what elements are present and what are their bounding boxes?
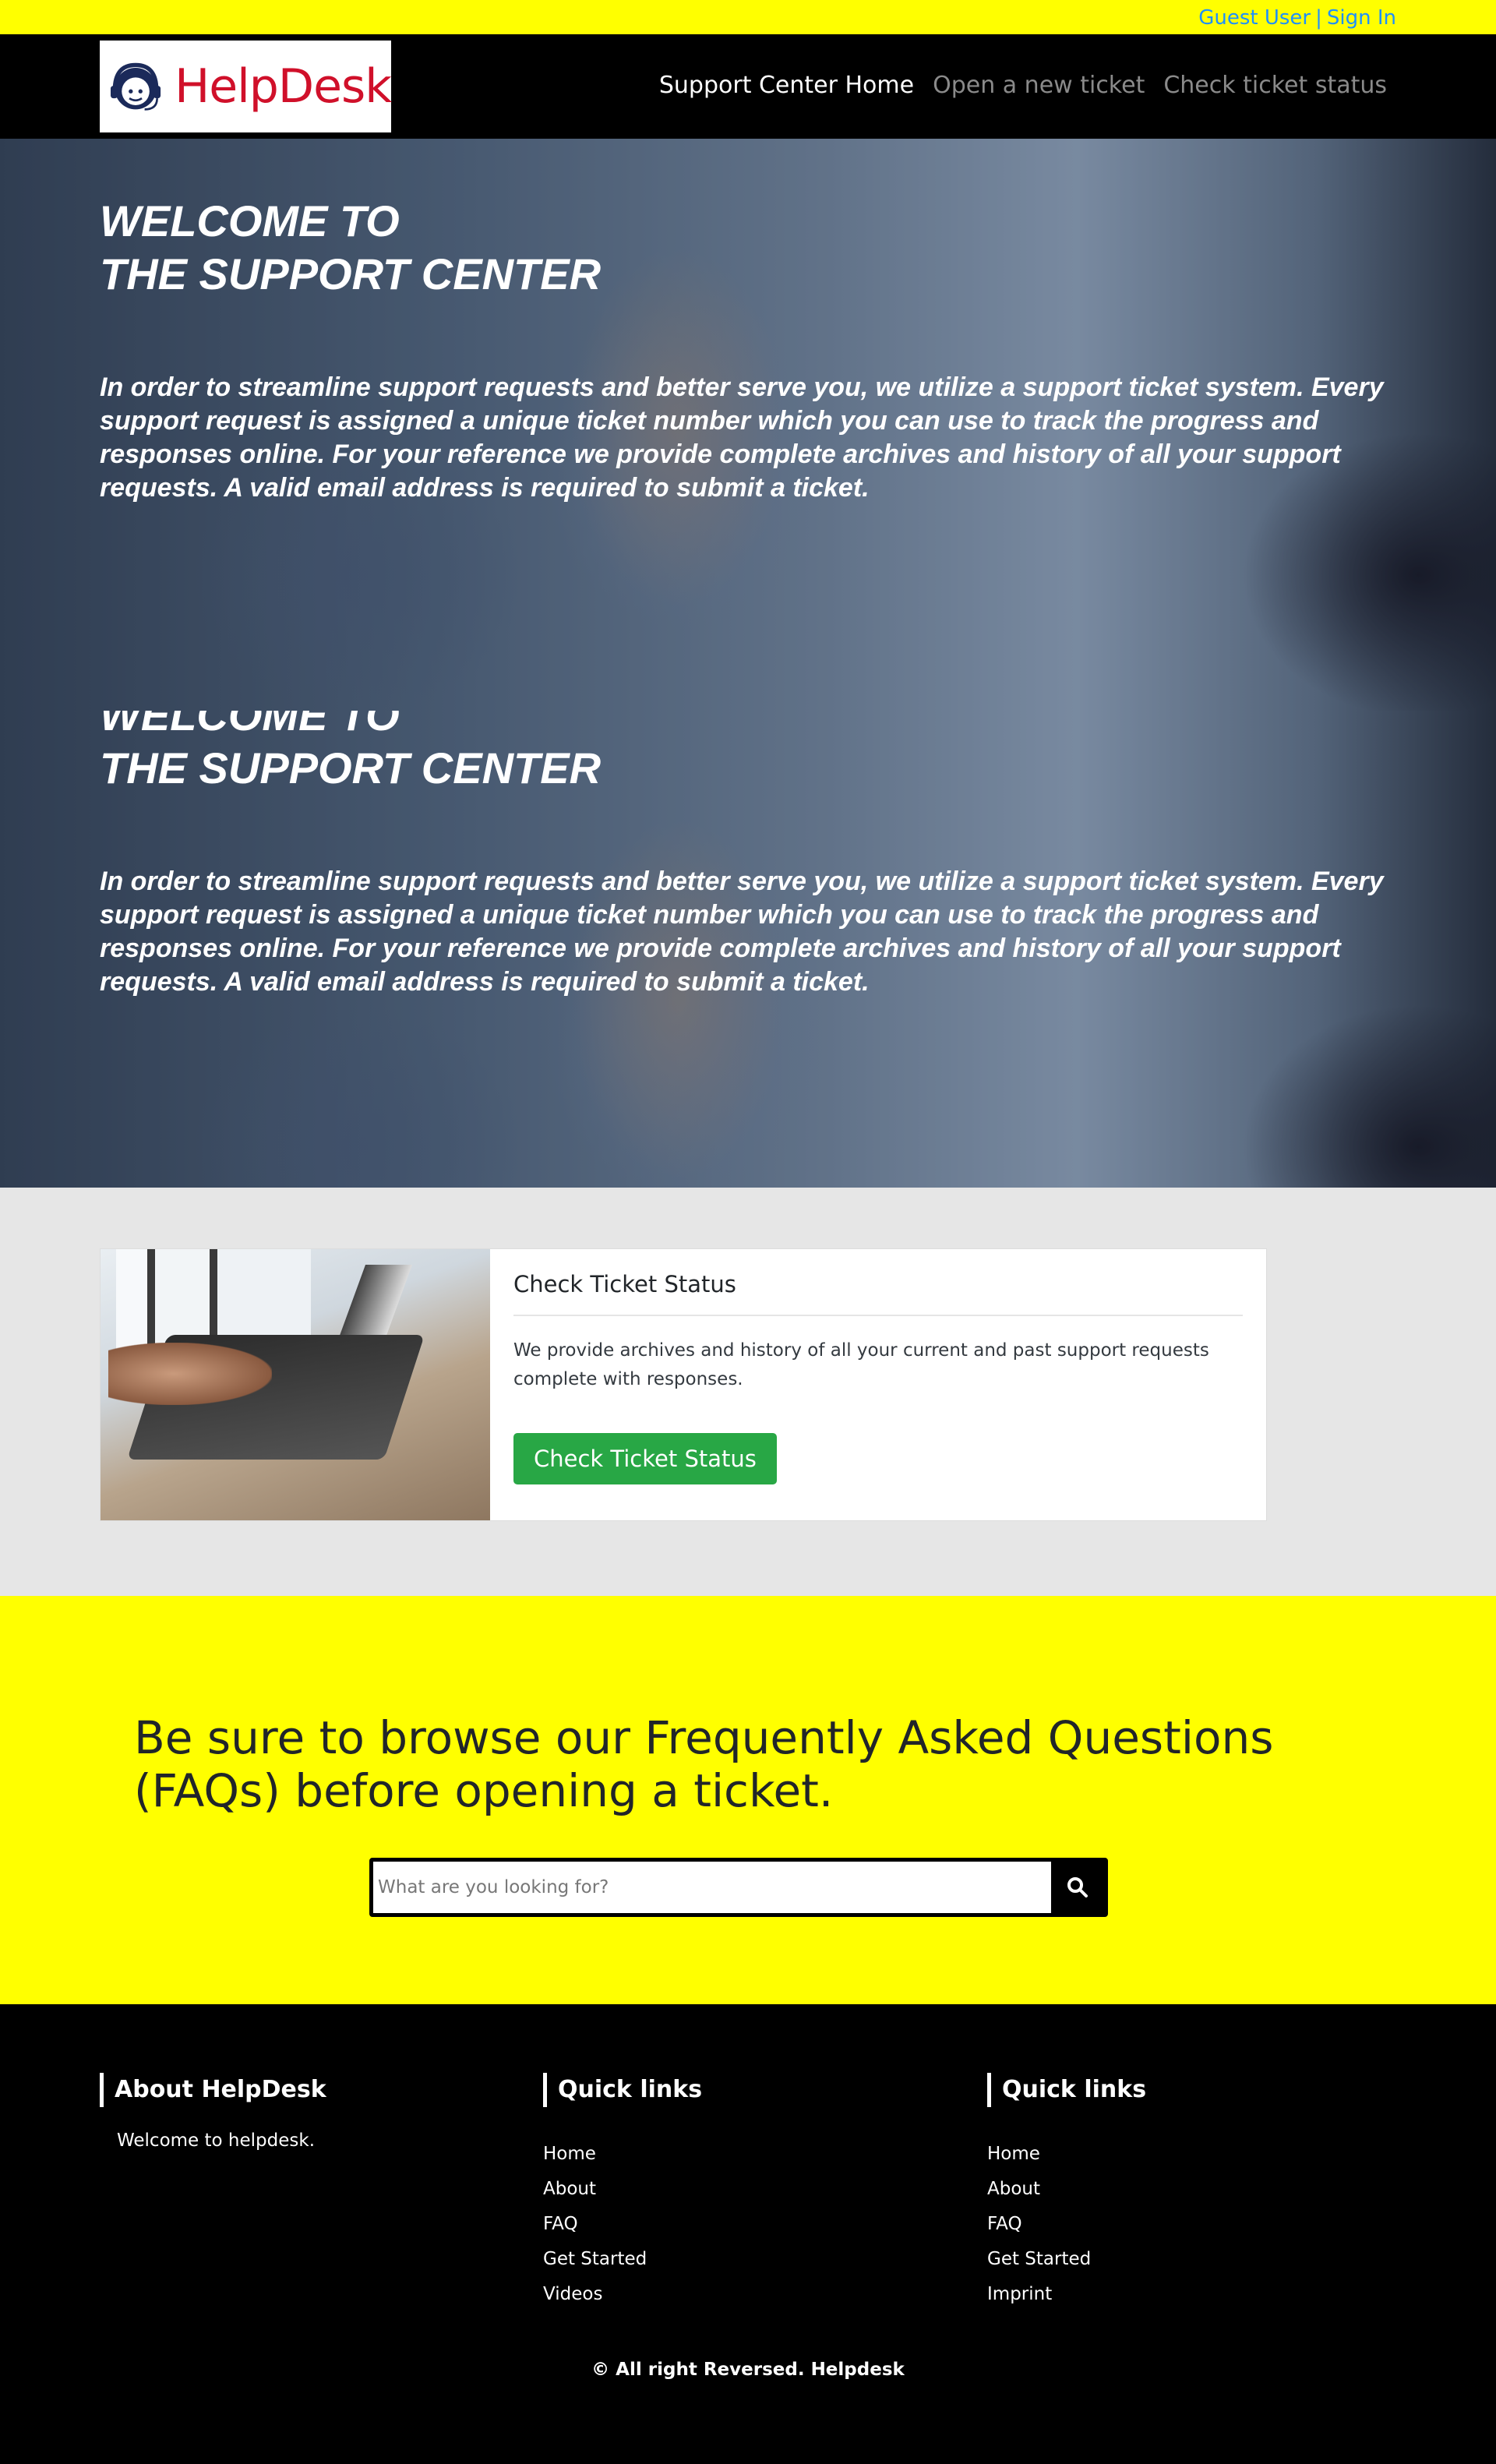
hero-title-repeat: WELCOME TO THE SUPPORT CENTER: [100, 711, 1396, 795]
footer-link-about[interactable]: About: [543, 2172, 702, 2207]
faq-search-input[interactable]: [373, 1862, 1051, 1913]
copyright: © All right Reversed. Helpdesk: [591, 2360, 905, 2380]
ticket-status-section: Check Ticket Status We provide archives …: [0, 1188, 1496, 1596]
footer: About HelpDesk Welcome to helpdesk. Quic…: [0, 2004, 1496, 2464]
footer-about-text: Welcome to helpdesk.: [117, 2130, 315, 2151]
hero-title: WELCOME TO THE SUPPORT CENTER: [100, 195, 1396, 301]
faq-heading: Be sure to browse our Frequently Asked Q…: [134, 1711, 1274, 1817]
footer-quick-links-2: Quick links Home About FAQ Get Started I…: [987, 2073, 1146, 2312]
footer-link-videos[interactable]: Videos: [543, 2277, 702, 2312]
footer-link-imprint[interactable]: Imprint: [987, 2277, 1146, 2312]
user-links: Guest User | Sign In: [1198, 6, 1396, 30]
footer-link-home-2[interactable]: Home: [987, 2137, 1146, 2172]
hero-title-line2-repeat: THE SUPPORT CENTER: [100, 743, 602, 793]
search-button[interactable]: [1051, 1862, 1104, 1913]
top-bar: Guest User | Sign In: [0, 0, 1496, 34]
logo-text: HelpDesk: [175, 59, 392, 114]
guest-user-link[interactable]: Guest User: [1198, 6, 1311, 30]
hero-banner: WELCOME TO THE SUPPORT CENTER In order t…: [0, 139, 1496, 711]
card-body: Check Ticket Status We provide archives …: [490, 1249, 1266, 1520]
hero-content-repeat: WELCOME TO THE SUPPORT CENTER In order t…: [100, 711, 1396, 999]
hero-title-line2: THE SUPPORT CENTER: [100, 249, 602, 298]
footer-about-title: About HelpDesk: [100, 2073, 326, 2107]
laptop-photo: [101, 1249, 490, 1520]
footer-link-faq[interactable]: FAQ: [543, 2207, 702, 2242]
card-title: Check Ticket Status: [513, 1271, 1243, 1316]
ticket-status-card: Check Ticket Status We provide archives …: [100, 1248, 1267, 1521]
footer-quick-links-1: Quick links Home About FAQ Get Started V…: [543, 2073, 702, 2312]
faq-search: [369, 1858, 1108, 1917]
nav-support-center-home[interactable]: Support Center Home: [659, 72, 914, 99]
footer-links-title-2: Quick links: [987, 2073, 1146, 2107]
footer-link-get-started[interactable]: Get Started: [543, 2242, 702, 2277]
hero-content: WELCOME TO THE SUPPORT CENTER In order t…: [100, 195, 1396, 505]
user-links-separator: |: [1315, 6, 1322, 30]
nav-check-ticket-status[interactable]: Check ticket status: [1163, 72, 1387, 99]
card-text: We provide archives and history of all y…: [513, 1340, 1209, 1389]
hero-title-line1-repeat: WELCOME TO: [100, 711, 400, 740]
footer-links-title-1: Quick links: [543, 2073, 702, 2107]
search-icon: [1067, 1877, 1088, 1897]
navbar: HelpDesk Support Center Home Open a new …: [0, 34, 1496, 139]
hero-text: In order to streamline support requests …: [100, 372, 1384, 503]
footer-link-home[interactable]: Home: [543, 2137, 702, 2172]
check-ticket-status-button[interactable]: Check Ticket Status: [513, 1433, 777, 1484]
sign-in-link[interactable]: Sign In: [1327, 6, 1396, 30]
headset-agent-icon: [111, 62, 161, 111]
hero-banner-repeat: WELCOME TO THE SUPPORT CENTER In order t…: [0, 711, 1496, 1188]
footer-about: About HelpDesk Welcome to helpdesk.: [100, 2073, 326, 2151]
hero-text-repeat: In order to streamline support requests …: [100, 867, 1384, 997]
faq-section: Be sure to browse our Frequently Asked Q…: [0, 1596, 1496, 2004]
main-nav: Support Center Home Open a new ticket Ch…: [659, 72, 1387, 99]
nav-open-new-ticket[interactable]: Open a new ticket: [933, 72, 1145, 99]
helpdesk-logo[interactable]: HelpDesk: [100, 41, 392, 132]
footer-link-about-2[interactable]: About: [987, 2172, 1146, 2207]
hero-title-line1: WELCOME TO: [100, 196, 400, 245]
footer-link-faq-2[interactable]: FAQ: [987, 2207, 1146, 2242]
footer-link-get-started-2[interactable]: Get Started: [987, 2242, 1146, 2277]
